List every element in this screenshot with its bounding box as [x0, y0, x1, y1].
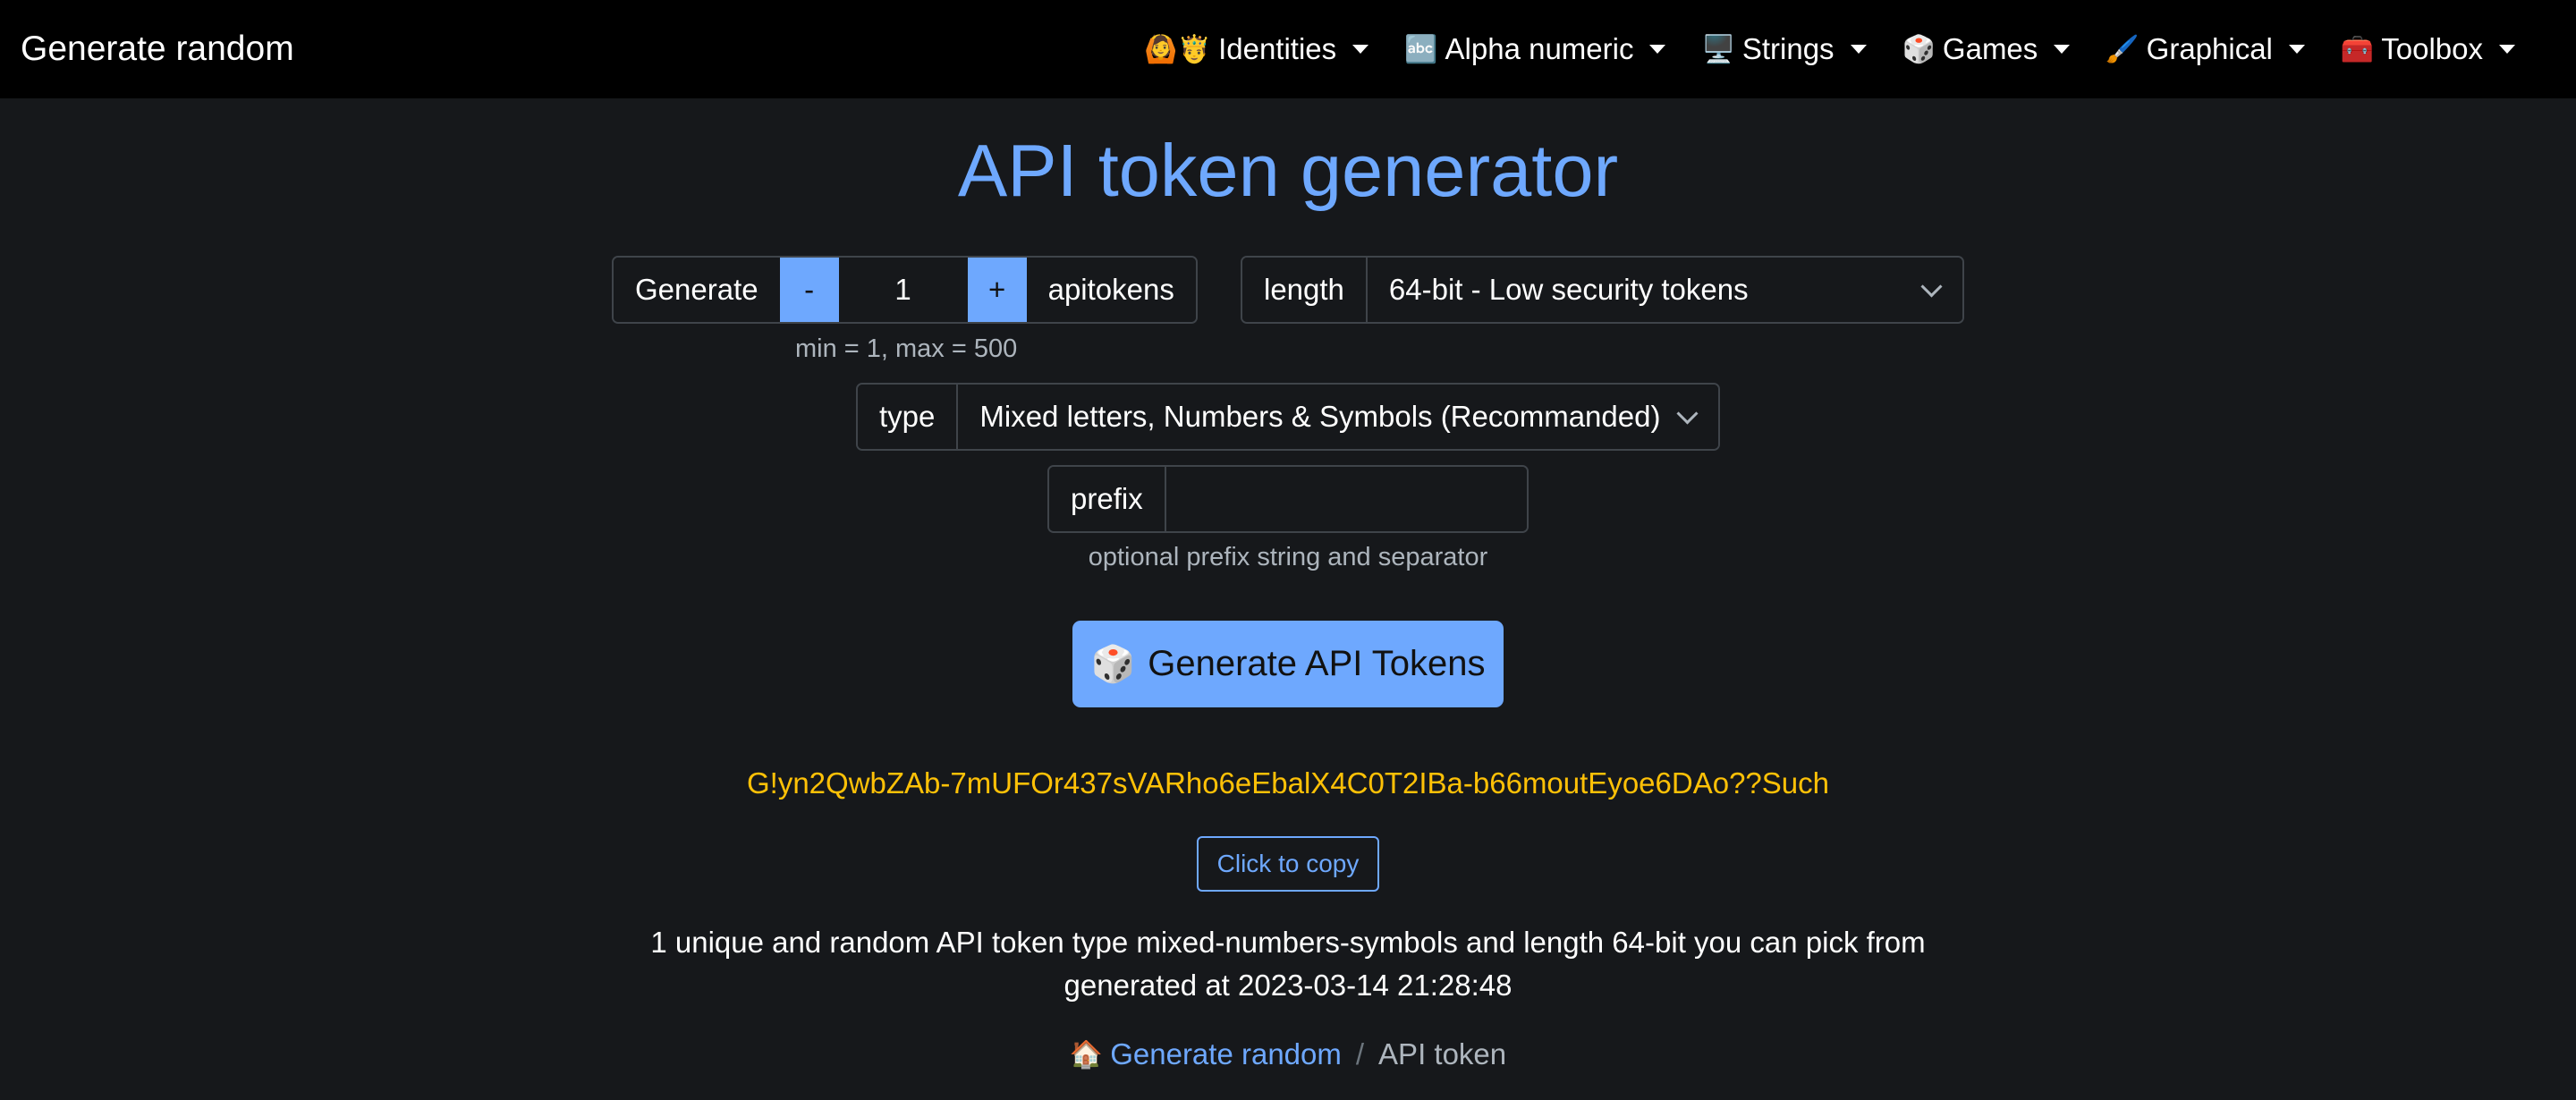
summary-line-2: generated at 2023-03-14 21:28:48: [1063, 969, 1513, 1002]
dice-icon: 🎲: [1090, 645, 1136, 684]
decrement-button[interactable]: -: [779, 258, 839, 322]
summary-line-1: 1 unique and random API token type mixed…: [650, 926, 1926, 959]
nav-item-label: Games: [1942, 32, 2038, 65]
abc-emoji-icon: 🔤: [1404, 34, 1438, 64]
brand-link[interactable]: Generate random: [21, 0, 294, 98]
quantity-input-group: Generate - 1 + apitokens: [612, 256, 1198, 324]
page-title: API token generator: [957, 129, 1619, 212]
generated-token: G!yn2QwbZAb-7mUFOr437sVARho6eEbalX4C0T2I…: [746, 766, 1829, 800]
generate-button-label: Generate API Tokens: [1148, 644, 1486, 683]
dropdown-caret-icon: [1352, 45, 1369, 54]
dropdown-caret-icon: [1649, 45, 1666, 54]
navbar: Generate random 🙆🤴 Identities 🔤 Alpha nu…: [0, 0, 2576, 98]
paintbrush-emoji-icon: 🖌️: [2106, 34, 2140, 64]
type-label: type: [858, 385, 959, 449]
nav-item-identities[interactable]: 🙆🤴 Identities: [1144, 32, 1369, 66]
prefix-hint: optional prefix string and separator: [1088, 543, 1488, 571]
dropdown-caret-icon: [2499, 45, 2515, 54]
breadcrumb-current: API token: [1378, 1037, 1507, 1070]
people-emoji-icon: 🙆🤴: [1144, 34, 1212, 64]
generate-tokens-button[interactable]: 🎲 Generate API Tokens: [1072, 621, 1504, 707]
nav-item-label: Toolbox: [2381, 32, 2483, 65]
breadcrumb: 🏠 Generate random / API token: [0, 1037, 2576, 1071]
dice-emoji-icon: 🎲: [1902, 34, 1936, 64]
nav-item-toolbox[interactable]: 🧰 Toolbox: [2341, 32, 2515, 66]
length-select-group: length 64-bit - Low security tokens: [1241, 256, 1964, 324]
type-selected-value: Mixed letters, Numbers & Symbols (Recomm…: [979, 400, 1661, 433]
type-select-group: type Mixed letters, Numbers & Symbols (R…: [856, 383, 1720, 451]
dropdown-caret-icon: [2288, 45, 2305, 54]
length-selected-value: 64-bit - Low security tokens: [1388, 273, 1749, 306]
nav-item-label: Identities: [1218, 32, 1337, 65]
length-label: length: [1242, 258, 1368, 322]
length-select[interactable]: 64-bit - Low security tokens: [1367, 258, 1962, 322]
nav-item-label: Alpha numeric: [1445, 32, 1634, 65]
nav-item-strings[interactable]: 🖥️ Strings: [1701, 32, 1867, 66]
chevron-down-icon: [1920, 275, 1943, 298]
nav-item-graphical[interactable]: 🖌️ Graphical: [2106, 32, 2305, 66]
computer-emoji-icon: 🖥️: [1701, 34, 1735, 64]
nav-item-alpha-numeric[interactable]: 🔤 Alpha numeric: [1404, 32, 1666, 66]
nav-menu: 🙆🤴 Identities 🔤 Alpha numeric 🖥️ Strings…: [1144, 0, 2515, 98]
nav-item-games[interactable]: 🎲 Games: [1902, 32, 2071, 66]
nav-item-label: Strings: [1741, 32, 1835, 65]
prefix-input[interactable]: [1165, 467, 1527, 531]
house-icon: 🏠: [1069, 1039, 1104, 1070]
increment-button[interactable]: +: [967, 258, 1027, 322]
unit-label: apitokens: [1026, 258, 1196, 322]
dropdown-caret-icon: [1850, 45, 1867, 54]
nav-item-label: Graphical: [2146, 32, 2273, 65]
generate-label: Generate: [614, 258, 780, 322]
toolbox-emoji-icon: 🧰: [2340, 34, 2375, 64]
prefix-input-group: prefix: [1047, 465, 1529, 533]
dropdown-caret-icon: [2054, 45, 2071, 54]
quantity-input[interactable]: 1: [838, 258, 968, 322]
prefix-label: prefix: [1049, 467, 1166, 531]
breadcrumb-divider: /: [1355, 1037, 1365, 1070]
type-select[interactable]: Mixed letters, Numbers & Symbols (Recomm…: [958, 385, 1718, 449]
quantity-hint: min = 1, max = 500: [795, 334, 1018, 363]
copy-button[interactable]: Click to copy: [1197, 836, 1379, 892]
breadcrumb-home-link[interactable]: Generate random: [1110, 1037, 1342, 1071]
chevron-down-icon: [1676, 402, 1699, 425]
result-summary: 1 unique and random API token type mixed…: [0, 921, 2576, 1007]
